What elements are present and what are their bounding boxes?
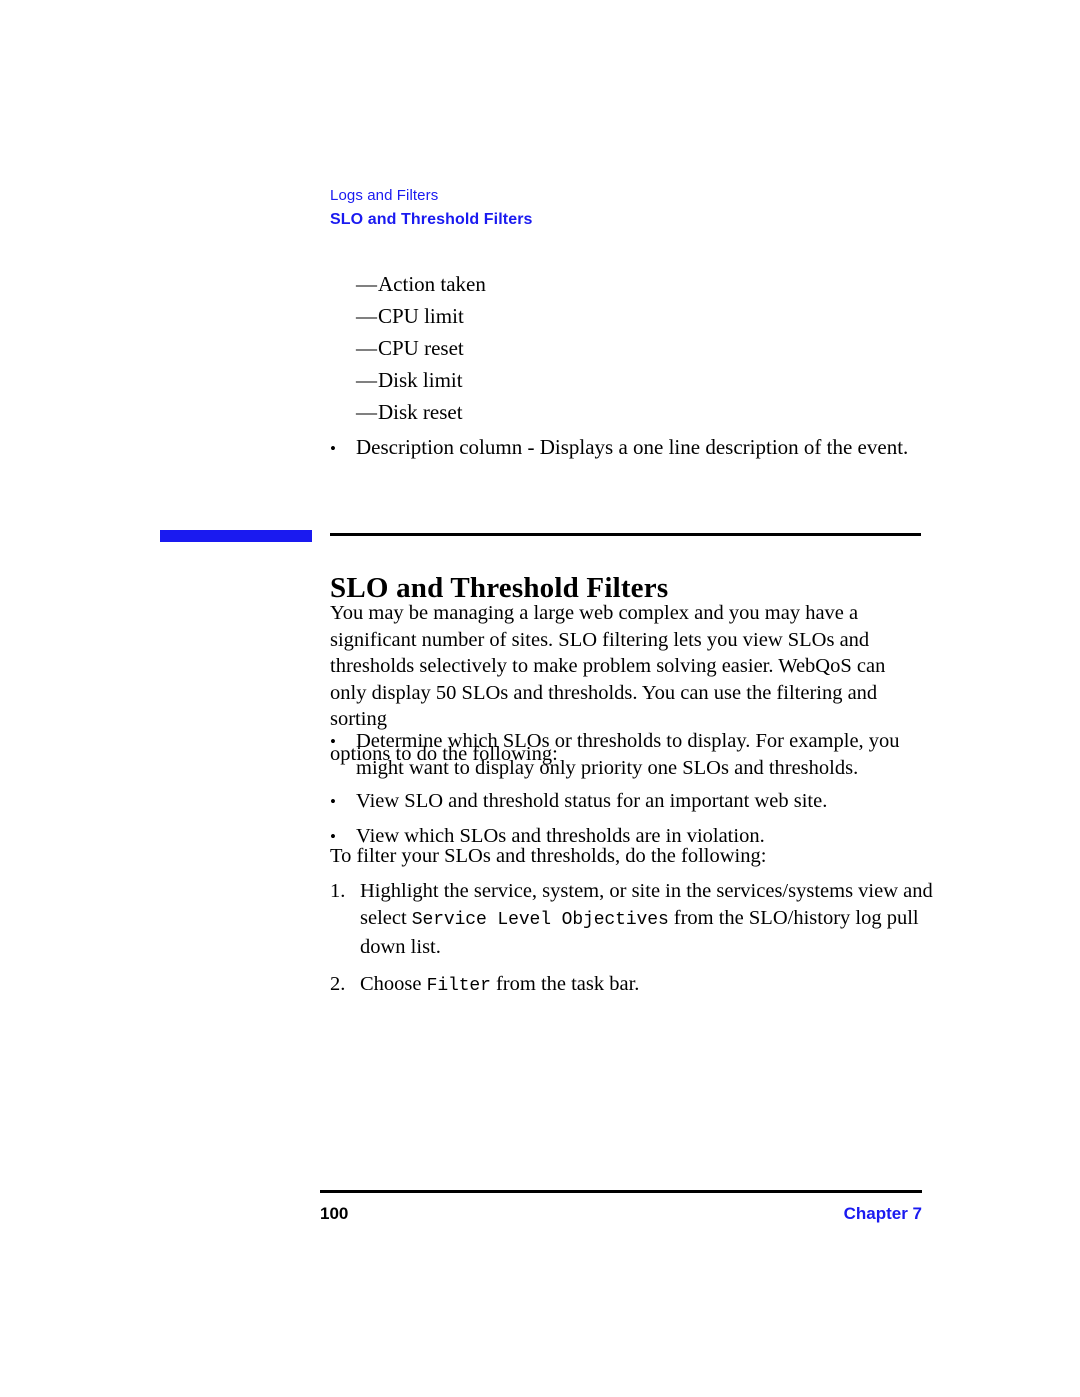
step-text: Highlight the service, system, or site i… (360, 878, 940, 961)
running-header: Logs and Filters SLO and Threshold Filte… (330, 186, 930, 230)
list-item-label: CPU limit (378, 304, 464, 328)
step-code-literal: Service Level Objectives (411, 910, 669, 930)
list-item: — CPU reset (330, 332, 930, 364)
footer-chapter-label: Chapter 7 (843, 1204, 922, 1223)
capabilities-bullet-list: • Determine which SLOs or thresholds to … (330, 728, 940, 857)
list-item-label: Determine which SLOs or thresholds to di… (356, 730, 900, 779)
description-column-bullet: • Description column - Displays a one li… (330, 432, 940, 464)
running-header-section-title: SLO and Threshold Filters (330, 211, 533, 228)
list-item: — Action taken (330, 268, 930, 300)
footer-rule (320, 1190, 922, 1193)
step-code-literal: Filter (426, 976, 491, 996)
bullet-marker: • (330, 439, 336, 458)
list-item: — CPU limit (330, 300, 930, 332)
list-item-label: Disk reset (378, 400, 463, 424)
list-item-label: Action taken (378, 272, 486, 296)
document-page: Logs and Filters SLO and Threshold Filte… (0, 0, 1080, 1397)
step-number: 1. (330, 880, 346, 902)
list-item: 2. Choose Filter from the task bar. (330, 971, 940, 1000)
em-dash-marker: — (356, 272, 377, 296)
step-number: 2. (330, 973, 346, 995)
em-dash-marker: — (356, 336, 377, 360)
footer-page-number: 100 (320, 1204, 349, 1223)
list-item-label: View SLO and threshold status for an imp… (356, 790, 828, 812)
section-accent-bar (160, 530, 312, 542)
list-item-label: Disk limit (378, 368, 463, 392)
procedure-lead-in: To filter your SLOs and thresholds, do t… (330, 845, 767, 867)
section-heading-rule (330, 533, 921, 536)
list-item: • Determine which SLOs or thresholds to … (330, 728, 940, 781)
running-header-chapter-title: Logs and Filters (330, 187, 439, 204)
step-text: Choose Filter from the task bar. (360, 971, 940, 1000)
bullet-marker: • (330, 792, 336, 811)
list-item: — Disk reset (330, 396, 930, 428)
intro-paragraph-main: You may be managing a large web complex … (330, 602, 886, 730)
dash-list: — Action taken — CPU limit — CPU reset —… (330, 268, 930, 428)
list-item: • View SLO and threshold status for an i… (330, 788, 940, 816)
list-item-label: Description column - Displays a one line… (356, 435, 909, 459)
list-item: 1. Highlight the service, system, or sit… (330, 878, 940, 961)
list-item-label: CPU reset (378, 336, 464, 360)
list-item: — Disk limit (330, 364, 930, 396)
step-text-before: Choose (360, 973, 427, 995)
em-dash-marker: — (356, 304, 377, 328)
em-dash-marker: — (356, 368, 377, 392)
step-text-after: from the task bar. (490, 973, 640, 995)
em-dash-marker: — (356, 400, 377, 424)
bullet-marker: • (330, 732, 336, 751)
procedure-step-list: 1. Highlight the service, system, or sit… (330, 878, 940, 1010)
